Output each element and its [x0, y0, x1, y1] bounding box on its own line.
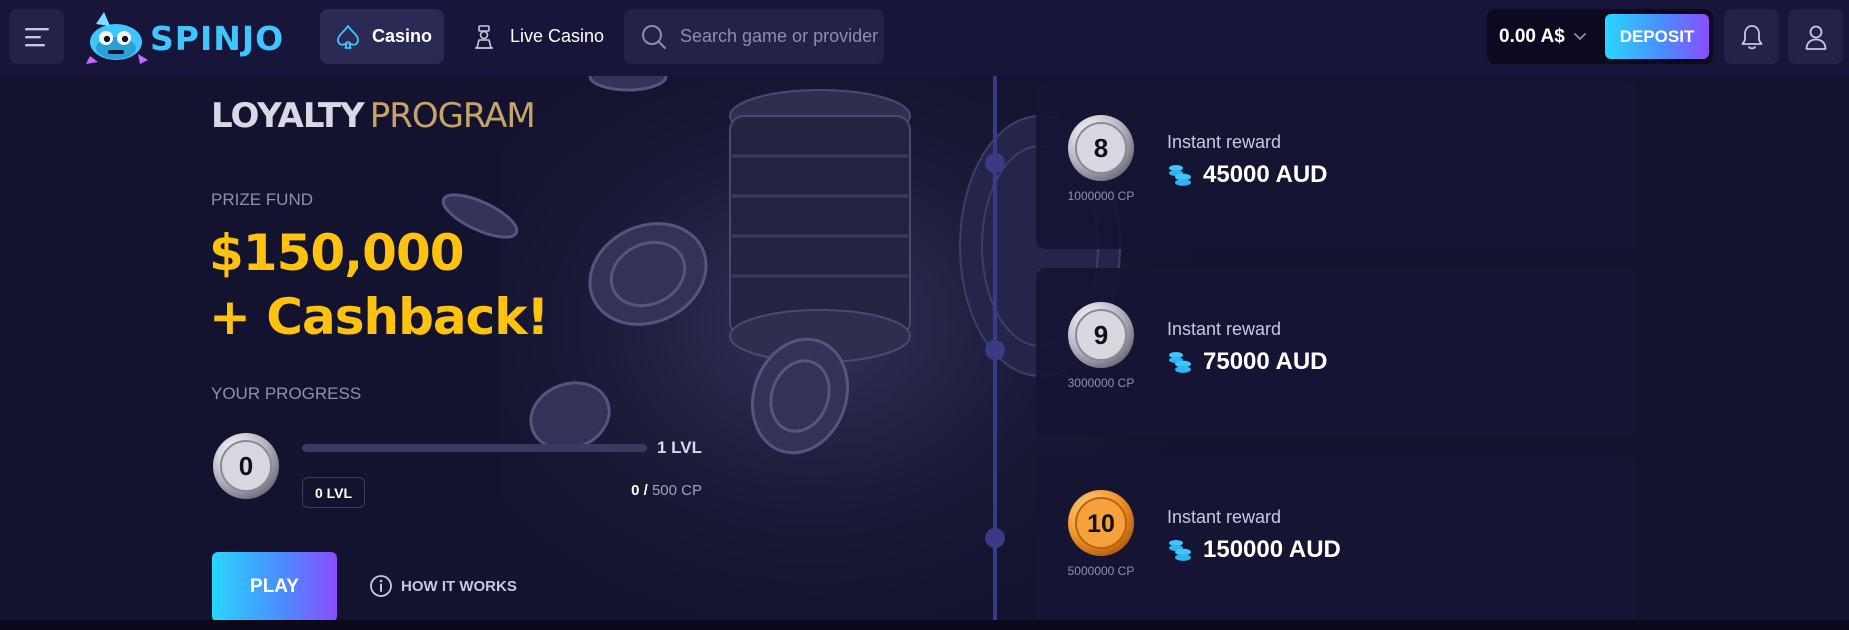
search-icon [642, 24, 666, 49]
mascot-logo-icon [86, 12, 148, 64]
points-target: 500 CP [651, 482, 702, 499]
notifications-button[interactable] [1724, 9, 1779, 64]
loyalty-section: LOYALTY PROGRAM PRIZE FUND $150,000 + Cas… [0, 76, 1849, 630]
search-box[interactable] [624, 9, 884, 64]
reward-label: Instant reward [1167, 132, 1282, 152]
next-level-label: 1 LVL [657, 438, 703, 457]
prize-cashback: + Cashback! [209, 288, 549, 346]
how-it-works-label: HOW IT WORKS [401, 577, 517, 595]
reward-amount: 45000 AUD [1203, 161, 1328, 188]
prize-amount: $150,000 [209, 224, 465, 282]
nav-live-casino-label: Live Casino [510, 26, 605, 46]
deposit-button[interactable]: DEPOSIT [1605, 14, 1709, 59]
timeline-dot [985, 340, 1005, 360]
nav-casino[interactable]: Casino [320, 9, 444, 64]
level-coin-silver: 9 [1068, 302, 1134, 368]
level-card-9: 9 3000000 CP Instant reward 75000 AUD [1036, 268, 1636, 436]
balance-dropdown[interactable]: 0.00 A$ [1487, 26, 1605, 48]
reward-row: 45000 AUD [1167, 161, 1328, 189]
hamburger-icon [24, 27, 49, 46]
logo-text: SPINJO [150, 18, 285, 58]
coins-icon [1169, 540, 1191, 561]
level-cp: 5000000 CP [1067, 564, 1135, 578]
current-level-badge: 0 LVL [302, 477, 365, 508]
level-cp: 1000000 CP [1067, 189, 1135, 203]
reward-label: Instant reward [1167, 319, 1282, 339]
level-coin-silver: 8 [1068, 115, 1134, 181]
dealer-icon [475, 24, 493, 49]
timeline-dot [985, 153, 1005, 173]
play-button[interactable]: PLAY [212, 552, 337, 622]
level-number: 9 [1094, 320, 1108, 350]
level-card-8: 8 1000000 CP Instant reward 45000 AUD [1036, 81, 1636, 249]
level-coin-gold: 10 [1068, 490, 1134, 556]
bottom-edge [0, 620, 1849, 630]
level-card-10: 10 5000000 CP Instant reward 150000 AUD [1036, 456, 1636, 624]
prize-fund-label: PRIZE FUND [211, 190, 313, 209]
top-header: SPINJO Casino Live Casino 0.00 A$ DEP [0, 0, 1849, 76]
reward-amount: 150000 AUD [1203, 536, 1341, 563]
wallet: 0.00 A$ DEPOSIT [1487, 9, 1713, 64]
reward-row: 75000 AUD [1167, 348, 1328, 376]
current-level-coin: 0 [213, 433, 279, 499]
progress-label: YOUR PROGRESS [211, 384, 362, 403]
timeline-dot [985, 528, 1005, 548]
nav-casino-label: Casino [372, 26, 433, 46]
search-input[interactable] [680, 26, 880, 47]
reward-amount: 75000 AUD [1203, 348, 1328, 375]
account-button[interactable] [1788, 9, 1843, 64]
points-counter: 0 / 500 CP [600, 482, 702, 499]
chevron-down-icon [1573, 32, 1586, 40]
site-logo[interactable]: SPINJO [82, 10, 292, 66]
bell-icon [1741, 24, 1762, 49]
reward-label: Instant reward [1167, 507, 1282, 527]
info-icon [370, 575, 392, 597]
current-level-coin-number: 0 [239, 451, 253, 481]
title-bold: LOYALTY [211, 96, 365, 136]
menu-button[interactable] [9, 9, 64, 64]
progress-bar [302, 444, 647, 452]
title-light: PROGRAM [369, 96, 536, 136]
balance-value: 0.00 A$ [1499, 25, 1565, 47]
level-cp: 3000000 CP [1067, 376, 1135, 390]
nav-live-casino[interactable]: Live Casino [462, 9, 622, 64]
reward-row: 150000 AUD [1167, 536, 1341, 564]
loyalty-program-title: LOYALTY PROGRAM [211, 96, 536, 136]
level-number: 8 [1094, 133, 1108, 163]
user-icon [1805, 25, 1826, 50]
coins-icon [1169, 165, 1191, 186]
how-it-works-link[interactable]: HOW IT WORKS [369, 574, 517, 598]
level-number: 10 [1087, 510, 1115, 538]
spade-icon [337, 24, 359, 49]
points-current: 0 / [631, 482, 648, 499]
coins-icon [1169, 352, 1191, 373]
